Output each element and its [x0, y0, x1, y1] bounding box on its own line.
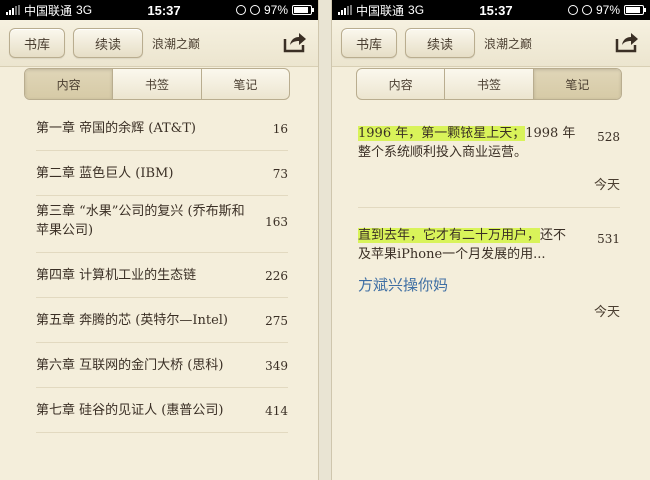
note-highlight: 直到去年，它才有二十万用户，	[358, 228, 541, 243]
network-label: 3G	[76, 3, 93, 17]
signal-icon	[6, 5, 20, 15]
status-bar: 中国联通 3G 15:37 97%	[0, 0, 318, 20]
note-page: 531	[597, 232, 620, 246]
carrier-label: 中国联通	[356, 3, 405, 18]
notes-list: 1996 年，第一颗铱星上天；1998 年整个系统顺利投入商业运营。 528 今…	[332, 124, 650, 322]
tab-bar: 内容 书签 笔记	[24, 68, 290, 100]
chapter-page: 414	[265, 404, 288, 418]
divider	[358, 207, 620, 208]
tab-contents[interactable]: 内容	[25, 69, 114, 99]
tab-contents[interactable]: 内容	[357, 69, 446, 99]
chapter-title: 第七章 硅谷的见证人 (惠普公司)	[36, 403, 224, 418]
note-comment: 方斌兴操你妈	[358, 276, 449, 294]
tab-bar: 内容 书签 笔记	[356, 68, 622, 100]
status-time: 15:37	[479, 2, 513, 18]
tab-notes[interactable]: 笔记	[533, 69, 621, 99]
chapter-title: 第三章 “水果”公司的复兴 (乔布斯和苹果公司)	[36, 204, 245, 238]
continue-reading-button[interactable]: 续读	[73, 28, 143, 58]
rotation-lock-icon	[567, 5, 578, 15]
chapter-page: 275	[265, 314, 288, 328]
rotation-lock-icon	[235, 5, 246, 15]
toc-item-5[interactable]: 第五章 奔腾的芯 (英特尔—Intel) 275	[36, 298, 288, 343]
toc-item-6[interactable]: 第六章 互联网的金门大桥 (思科) 349	[36, 343, 288, 388]
chapter-title: 第六章 互联网的金门大桥 (思科)	[36, 358, 224, 373]
toc-item-3[interactable]: 第三章 “水果”公司的复兴 (乔布斯和苹果公司) 163	[36, 196, 288, 253]
chapter-title: 第五章 奔腾的芯 (英特尔—Intel)	[36, 313, 228, 328]
network-label: 3G	[408, 3, 425, 17]
alarm-icon	[249, 5, 260, 15]
share-icon[interactable]	[614, 30, 640, 54]
note-item-2[interactable]: 直到去年，它才有二十万用户，还不及苹果iPhone一个月发展的用... 531 …	[358, 226, 620, 322]
toc-item-7[interactable]: 第七章 硅谷的见证人 (惠普公司) 414	[36, 388, 288, 433]
alarm-icon	[581, 5, 592, 15]
chapter-page: 226	[265, 269, 288, 283]
chapter-page: 16	[272, 122, 288, 136]
battery-percent: 97%	[595, 3, 620, 17]
share-icon[interactable]	[282, 30, 308, 54]
carrier-label: 中国联通	[24, 3, 73, 18]
tab-bookmarks[interactable]: 书签	[113, 69, 202, 99]
toc-list: 第一章 帝国的余辉 (AT&T) 16 第二章 蓝色巨人 (IBM) 73 第三…	[0, 106, 318, 433]
toc-item-4[interactable]: 第四章 计算机工业的生态链 226	[36, 253, 288, 298]
nav-bar: 书库 续读 浪潮之巅	[332, 20, 650, 67]
note-item-1[interactable]: 1996 年，第一颗铱星上天；1998 年整个系统顺利投入商业运营。 528 今…	[358, 124, 620, 195]
chapter-page: 73	[272, 167, 288, 181]
notes-screen: 中国联通 3G 15:37 97% 书库 续读 浪潮之巅 内容 书签 笔记 19…	[332, 0, 650, 480]
contents-screen: 中国联通 3G 15:37 97% 书库 续读 浪潮之巅 内容 书签 笔记 第一…	[0, 0, 318, 480]
note-page: 528	[597, 130, 620, 144]
battery-icon	[624, 5, 646, 15]
book-title: 浪潮之巅	[152, 37, 201, 51]
note-highlight: 1996 年，第一颗铱星上天；	[358, 126, 526, 141]
note-quote: 1996 年，第一颗铱星上天；1998 年整个系统顺利投入商业运营。	[358, 124, 620, 162]
chapter-title: 第四章 计算机工业的生态链	[36, 268, 197, 283]
note-quote: 直到去年，它才有二十万用户，还不及苹果iPhone一个月发展的用...	[358, 226, 620, 264]
status-bar: 中国联通 3G 15:37 97%	[332, 0, 650, 20]
chapter-page: 349	[265, 359, 288, 373]
nav-bar: 书库 续读 浪潮之巅	[0, 20, 318, 67]
battery-percent: 97%	[263, 3, 288, 17]
chapter-page: 163	[265, 215, 288, 229]
library-button[interactable]: 书库	[9, 28, 65, 58]
battery-icon	[292, 5, 314, 15]
book-title: 浪潮之巅	[484, 37, 533, 51]
toc-item-1[interactable]: 第一章 帝国的余辉 (AT&T) 16	[36, 106, 288, 151]
signal-icon	[338, 5, 352, 15]
tab-bookmarks[interactable]: 书签	[445, 69, 534, 99]
note-date: 今天	[593, 305, 620, 320]
note-date: 今天	[593, 178, 620, 193]
chapter-title: 第一章 帝国的余辉 (AT&T)	[36, 121, 196, 136]
status-time: 15:37	[147, 2, 181, 18]
continue-reading-button[interactable]: 续读	[405, 28, 475, 58]
toc-item-2[interactable]: 第二章 蓝色巨人 (IBM) 73	[36, 151, 288, 196]
tab-notes[interactable]: 笔记	[202, 69, 289, 99]
library-button[interactable]: 书库	[341, 28, 397, 58]
chapter-title: 第二章 蓝色巨人 (IBM)	[36, 166, 174, 181]
